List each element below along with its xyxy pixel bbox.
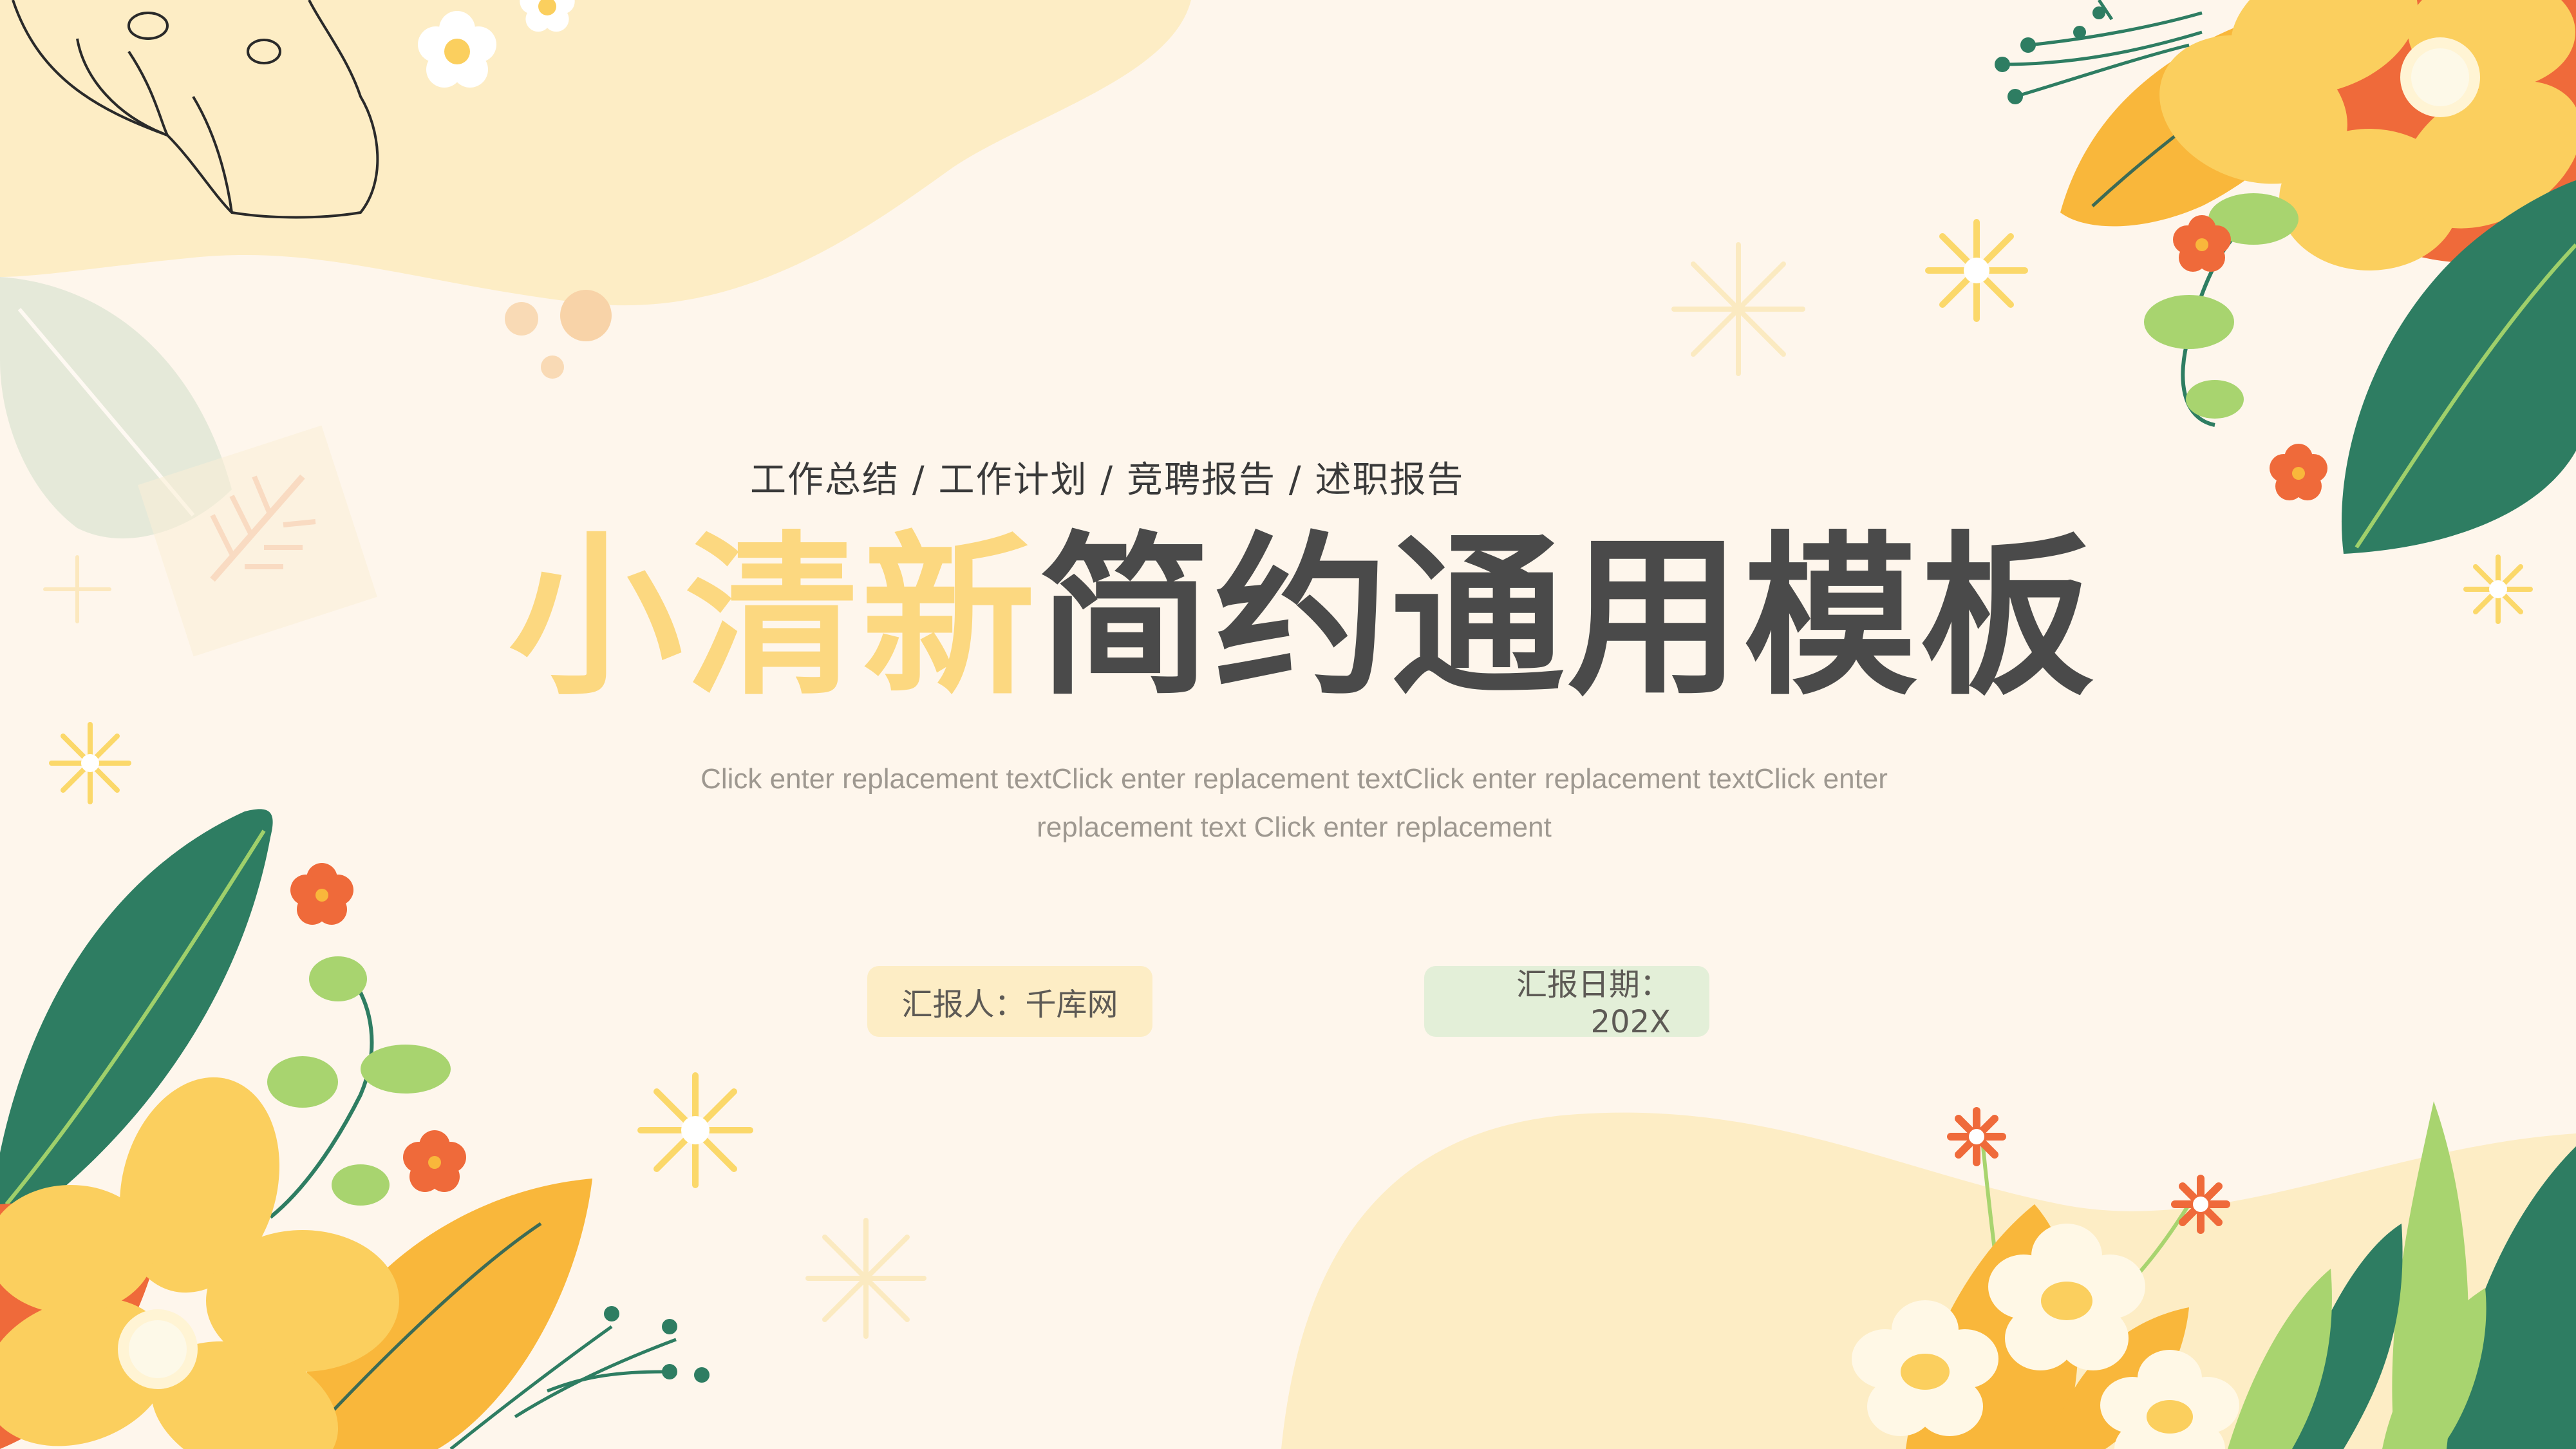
star-burst [2463,554,2533,624]
star-burst [49,722,131,804]
star-burst [1925,219,2028,322]
title-main: 简约通用模板 [1038,516,2096,719]
categories-line: 工作总结 / 工作计划 / 竞聘报告 / 述职报告 [750,459,1465,501]
orange-starflower [1947,1107,2006,1166]
dot [541,355,564,379]
star-burst [1671,242,1805,376]
top-left-blob [0,0,1191,306]
orange-blossom [403,1130,466,1192]
orange-blossom [2270,444,2327,500]
decoration-layer [0,0,2576,1449]
date-badge: 汇报日期： 202X [1424,966,1709,1040]
sprig-dots [1995,6,2105,104]
dot [560,290,612,341]
star-burst [805,1218,926,1339]
reporter-badge: 汇报人：千库网 [867,966,1152,1037]
date-value: 202X [1590,1004,1671,1040]
description-text: Click enter replacement textClick enter … [700,763,1888,843]
title-highlight: 小清新 [509,516,1038,719]
page-title: 小清新简约通用模板 [509,522,2096,713]
slide: 工作总结 / 工作计划 / 竞聘报告 / 述职报告 小清新简约通用模板 Clic… [0,0,2576,1449]
star-burst [637,1072,753,1188]
dot [505,302,538,336]
orange-blossom [290,863,353,925]
orange-starflower [2171,1175,2230,1234]
date-label: 汇报日期： [1516,967,1671,1003]
reporter-label: 汇报人：千库网 [901,987,1118,1023]
star-burst [43,555,111,623]
